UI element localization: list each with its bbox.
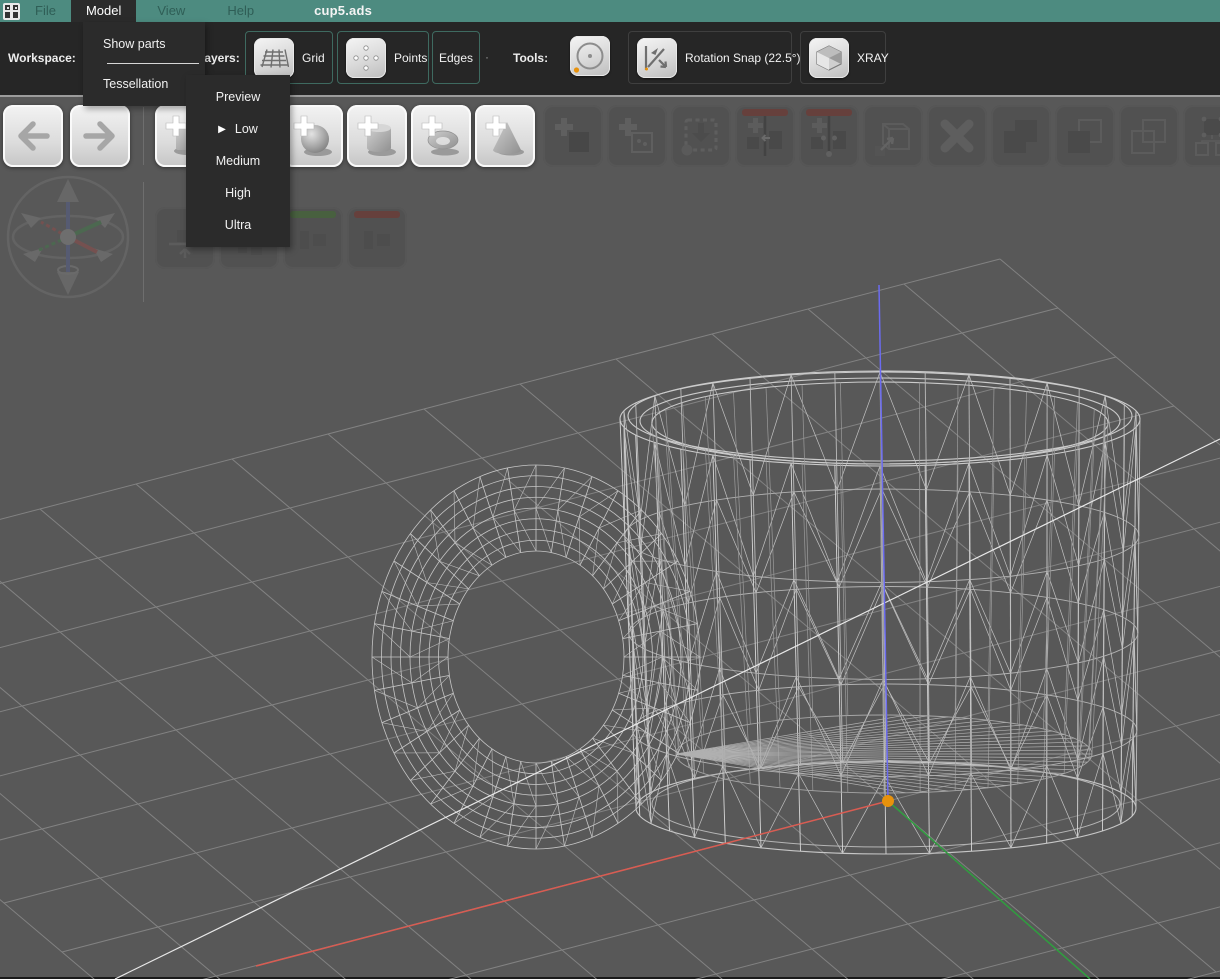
gizmo-divider [143,182,144,302]
add-sphere-button[interactable] [283,105,343,167]
add-square-points-icon [615,114,659,158]
app-icon [3,3,20,20]
circle-snap-icon [572,38,608,74]
insert-column-left-button-disabled [735,105,795,167]
work-area [0,95,1220,977]
add-torus-icon [419,114,463,158]
boolean-union-icon [999,114,1043,158]
arrow-left-icon [11,114,55,158]
add-torus-button[interactable] [411,105,471,167]
add-cone-icon [483,114,527,158]
rotation-snap-button[interactable]: Rotation Snap (22.5°) [628,31,792,84]
add-cylinder-button[interactable] [347,105,407,167]
gizmo-down-arrow[interactable] [57,272,79,295]
xray-cube-icon [809,38,849,78]
menu-separator [107,63,199,64]
insert-column-points-button-disabled [799,105,859,167]
add-square-button-disabled [543,105,603,167]
arrow-right-icon [78,114,122,158]
low-label: Low [235,122,258,136]
show-parts-label: Show parts [103,37,166,51]
layout-row-icon [355,216,399,260]
scale-object-icon [871,114,915,158]
layout-row-green-button-disabled [283,207,343,269]
layout-row-icon [291,216,335,260]
grid-button-label: Grid [302,51,325,65]
menu-model[interactable]: Model [71,0,136,22]
medium-label: Medium [216,154,260,168]
tools-label: Tools: [513,51,548,65]
add-cone-button[interactable] [475,105,535,167]
grid-icon [254,38,294,78]
rotation-snap-label: Rotation Snap (22.5°) [685,51,801,65]
submenu-item-ultra[interactable]: Ultra [186,209,290,241]
add-square-points-button-disabled [607,105,667,167]
add-square-icon [551,114,595,158]
toolbar-divider [143,107,144,165]
rotation-snap-icon [637,38,677,78]
xray-toggle-button[interactable]: XRAY [800,31,886,84]
boolean-subtract-icon [1127,114,1171,158]
menu-bar: File Model View Help cup5.ads [0,0,1220,22]
selected-marker-icon: ▶ [218,124,226,135]
group-objects-button-disabled [1183,105,1220,167]
boolean-intersect-button-disabled [1055,105,1115,167]
boolean-union-button-disabled [991,105,1051,167]
menu-item-show-parts[interactable]: Show parts [83,25,205,62]
ultra-label: Ultra [225,218,251,232]
menu-file[interactable]: File [20,0,71,22]
submenu-item-high[interactable]: High [186,177,290,209]
layout-row-red-button-disabled [347,207,407,269]
points-toggle-button[interactable]: Points [337,31,429,84]
edges-button-label: Edges [439,51,473,65]
scale-object-button-disabled [863,105,923,167]
boolean-intersect-icon [1063,114,1107,158]
orbit-gizmo[interactable] [3,174,133,304]
edges-toggle-button[interactable]: Edges [432,31,480,84]
add-cylinder-icon [355,114,399,158]
menu-help[interactable]: Help [212,0,269,22]
insert-column-points-icon [807,114,851,158]
history-forward-button[interactable] [70,105,130,167]
points-icon [346,38,386,78]
drop-import-button-disabled [671,105,731,167]
delete-object-button-disabled [927,105,987,167]
workspace-label: Workspace: [8,51,76,65]
preview-label: Preview [216,90,260,104]
group-objects-icon [1191,114,1220,158]
boolean-subtract-button-disabled [1119,105,1179,167]
origin-marker [882,795,894,807]
insert-column-left-icon [743,114,787,158]
high-label: High [225,186,251,200]
document-title: cup5.ads [299,0,387,22]
gizmo-up-arrow[interactable] [57,179,79,202]
toolbar-separator-dot: · [485,50,489,64]
tessellation-label: Tessellation [103,77,168,91]
menu-view[interactable]: View [142,0,200,22]
xray-button-label: XRAY [857,51,889,65]
tessellation-submenu: Preview ▶ Low Medium High Ultra [186,75,290,247]
submenu-item-preview[interactable]: Preview [186,81,290,113]
history-back-button[interactable] [3,105,63,167]
circle-snap-tool-button[interactable] [570,36,610,76]
add-sphere-icon [291,114,335,158]
drop-import-icon [679,114,723,158]
delete-x-icon [935,114,979,158]
submenu-item-medium[interactable]: Medium [186,145,290,177]
points-button-label: Points [394,51,427,65]
submenu-item-low[interactable]: ▶ Low [186,113,290,145]
